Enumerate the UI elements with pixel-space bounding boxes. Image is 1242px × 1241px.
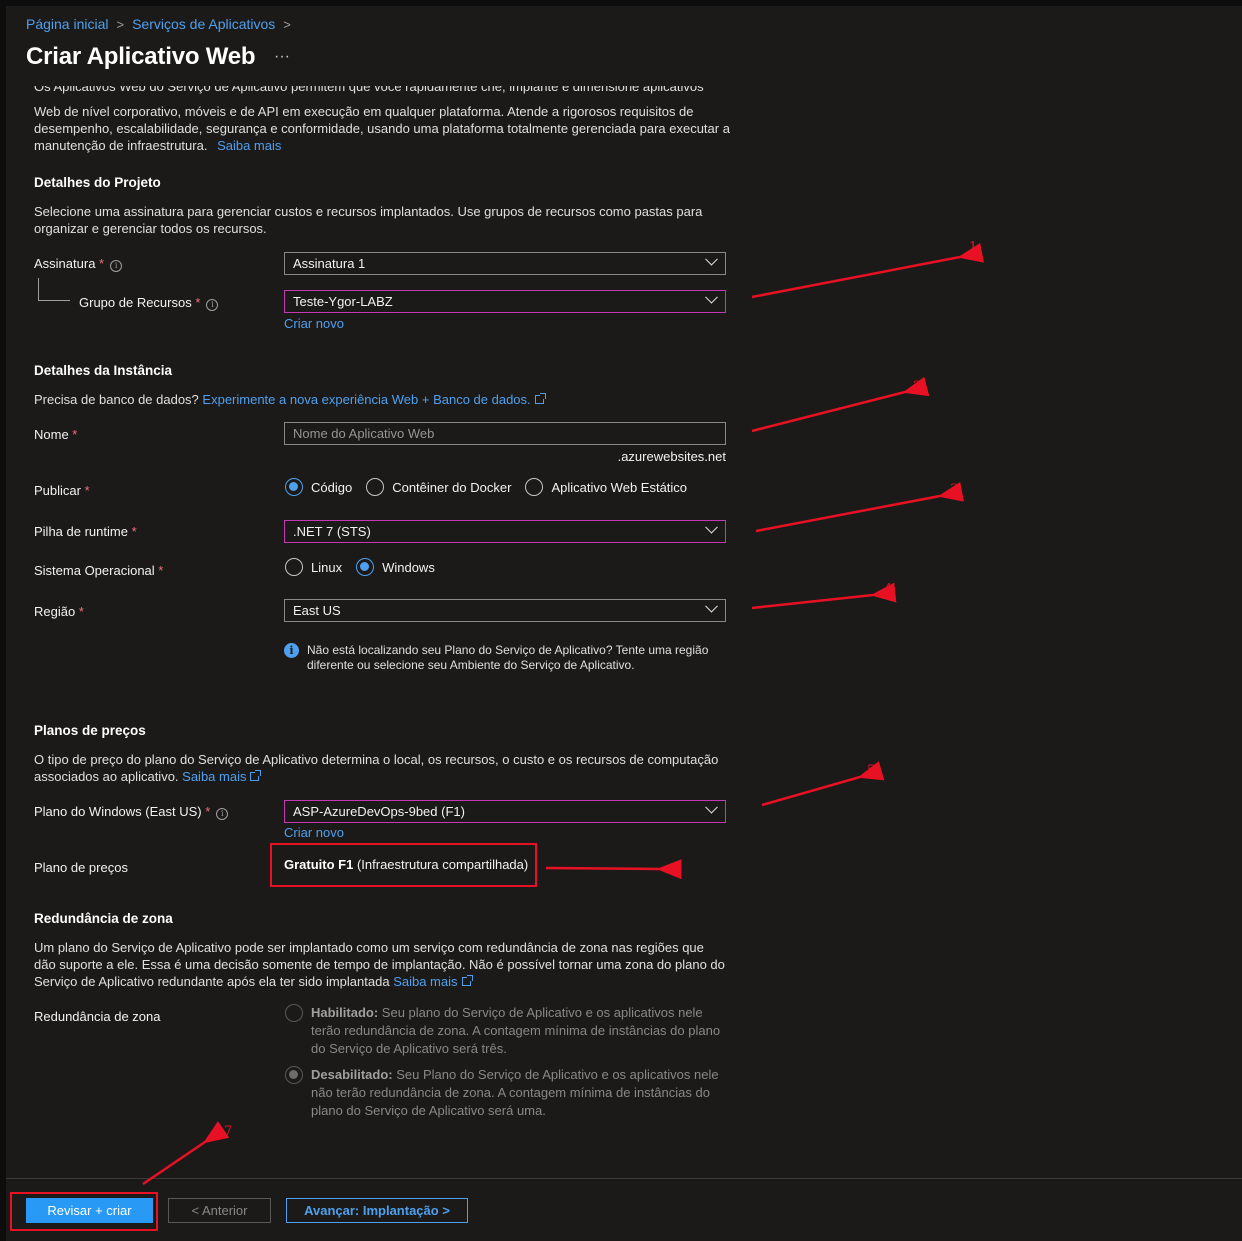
annotation-number-6: 6 (672, 860, 681, 875)
annotation-number-3: 3 (950, 482, 959, 497)
annotation-arrow-4 (751, 582, 897, 610)
annotation-arrow-2 (751, 376, 930, 433)
annotation-number-2: 2 (913, 379, 922, 394)
annotation-arrow-5 (761, 761, 885, 807)
annotation-number-5: 5 (867, 763, 876, 778)
annotation-number-4: 4 (884, 582, 893, 597)
annotation-number-1: 1 (969, 240, 978, 255)
annotation-arrow-3 (755, 481, 964, 533)
annotation-arrows (142, 242, 984, 1186)
annotation-number-7: 7 (224, 1124, 233, 1139)
annotation-arrow-6 (545, 859, 682, 880)
annotation-arrow-7 (142, 1121, 230, 1186)
annotation-arrow-1 (751, 242, 984, 299)
